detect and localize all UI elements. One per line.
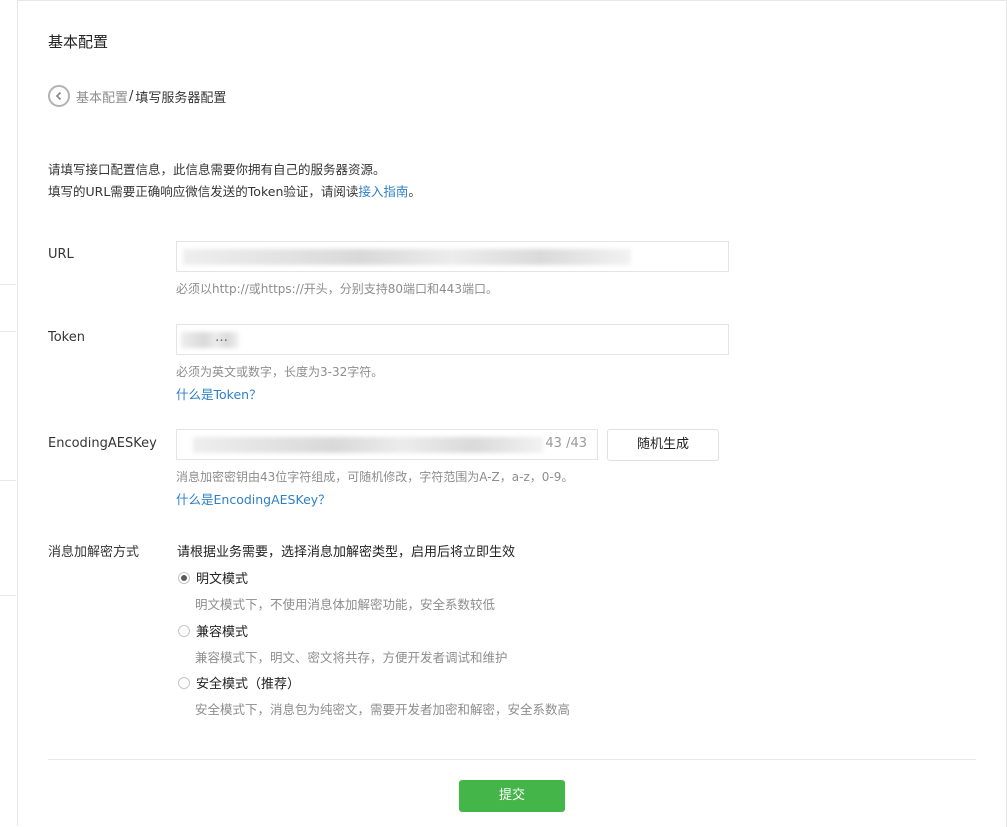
radio-compatible-indicator[interactable] — [178, 624, 190, 637]
aeskey-input[interactable]: 43 /43 — [176, 429, 598, 460]
radio-compatible-label: 兼容模式 — [196, 625, 249, 640]
encryption-mode-description: 请根据业务需要，选择消息加解密类型，启用后将立即生效 — [177, 545, 516, 560]
intro-line-1: 请填写接口配置信息，此信息需要你拥有自己的服务器资源。 — [48, 162, 386, 177]
intro-line-2-prefix: 填写的URL需要正确响应微信发送的Token验证，请阅读 — [48, 184, 359, 199]
radio-plaintext-indicator[interactable] — [178, 571, 190, 584]
back-icon[interactable] — [48, 85, 70, 107]
left-sidebar-edge — [0, 0, 18, 826]
main-panel: 基本配置 基本配置 / 填写服务器配置 请填写接口配置信息，此信息需要你拥有自己… — [18, 0, 1007, 827]
chevron-left-icon — [55, 91, 62, 101]
aeskey-char-counter: 43 /43 — [545, 436, 587, 451]
breadcrumb-current: 填写服务器配置 — [135, 90, 227, 106]
url-value-redacted — [183, 249, 631, 265]
token-value-tail: … — [215, 330, 228, 345]
breadcrumb-separator: / — [129, 88, 134, 104]
radio-secure-desc: 安全模式下，消息包为纯密文，需要开发者加密和解密，安全系数高 — [195, 702, 571, 717]
radio-secure-mode[interactable]: 安全模式（推荐） — [178, 673, 300, 692]
page-title: 基本配置 — [48, 33, 109, 51]
intro-line-2-suffix: 。 — [408, 184, 421, 199]
encryption-mode-label: 消息加解密方式 — [48, 545, 140, 560]
what-is-aeskey-link[interactable]: 什么是EncodingAESKey？ — [176, 489, 331, 508]
radio-secure-label: 安全模式（推荐） — [196, 677, 301, 692]
sidebar-divider — [0, 480, 16, 481]
aeskey-hint: 消息加密密钥由43位字符组成，可随机修改，字符范围为A-Z，a-z，0-9。 — [176, 470, 574, 484]
radio-plaintext-desc: 明文模式下，不使用消息体加解密功能，安全系数较低 — [195, 597, 496, 612]
token-hint: 必须为英文或数字，长度为3-32字符。 — [176, 365, 384, 379]
submit-button[interactable]: 提交 — [459, 780, 565, 812]
breadcrumb-parent-link[interactable]: 基本配置 — [76, 87, 128, 106]
form-divider — [48, 759, 976, 760]
url-hint: 必须以http://或https://开头，分别支持80端口和443端口。 — [176, 282, 498, 296]
what-is-token-link[interactable]: 什么是Token？ — [176, 384, 262, 403]
aeskey-label: EncodingAESKey — [48, 436, 157, 451]
token-value-redacted — [181, 332, 239, 348]
aeskey-value-redacted — [193, 437, 543, 453]
breadcrumb: 基本配置 / 填写服务器配置 — [48, 85, 226, 107]
radio-plaintext-mode[interactable]: 明文模式 — [178, 568, 248, 587]
random-generate-button[interactable]: 随机生成 — [607, 429, 719, 461]
radio-compatible-desc: 兼容模式下，明文、密文将共存，方便开发者调试和维护 — [195, 650, 508, 665]
sidebar-divider — [0, 595, 16, 596]
token-label: Token — [48, 330, 85, 345]
url-label: URL — [48, 247, 74, 262]
radio-plaintext-label: 明文模式 — [196, 572, 249, 587]
intro-text: 请填写接口配置信息，此信息需要你拥有自己的服务器资源。 填写的URL需要正确响应… — [48, 159, 421, 203]
radio-compatible-mode[interactable]: 兼容模式 — [178, 621, 248, 640]
sidebar-divider — [0, 284, 16, 285]
url-input[interactable] — [176, 241, 729, 272]
intro-line-2: 填写的URL需要正确响应微信发送的Token验证，请阅读接入指南。 — [48, 181, 421, 203]
access-guide-link[interactable]: 接入指南 — [358, 184, 408, 199]
token-input[interactable]: … — [176, 324, 729, 355]
radio-secure-indicator[interactable] — [178, 676, 190, 689]
sidebar-divider — [0, 331, 16, 332]
